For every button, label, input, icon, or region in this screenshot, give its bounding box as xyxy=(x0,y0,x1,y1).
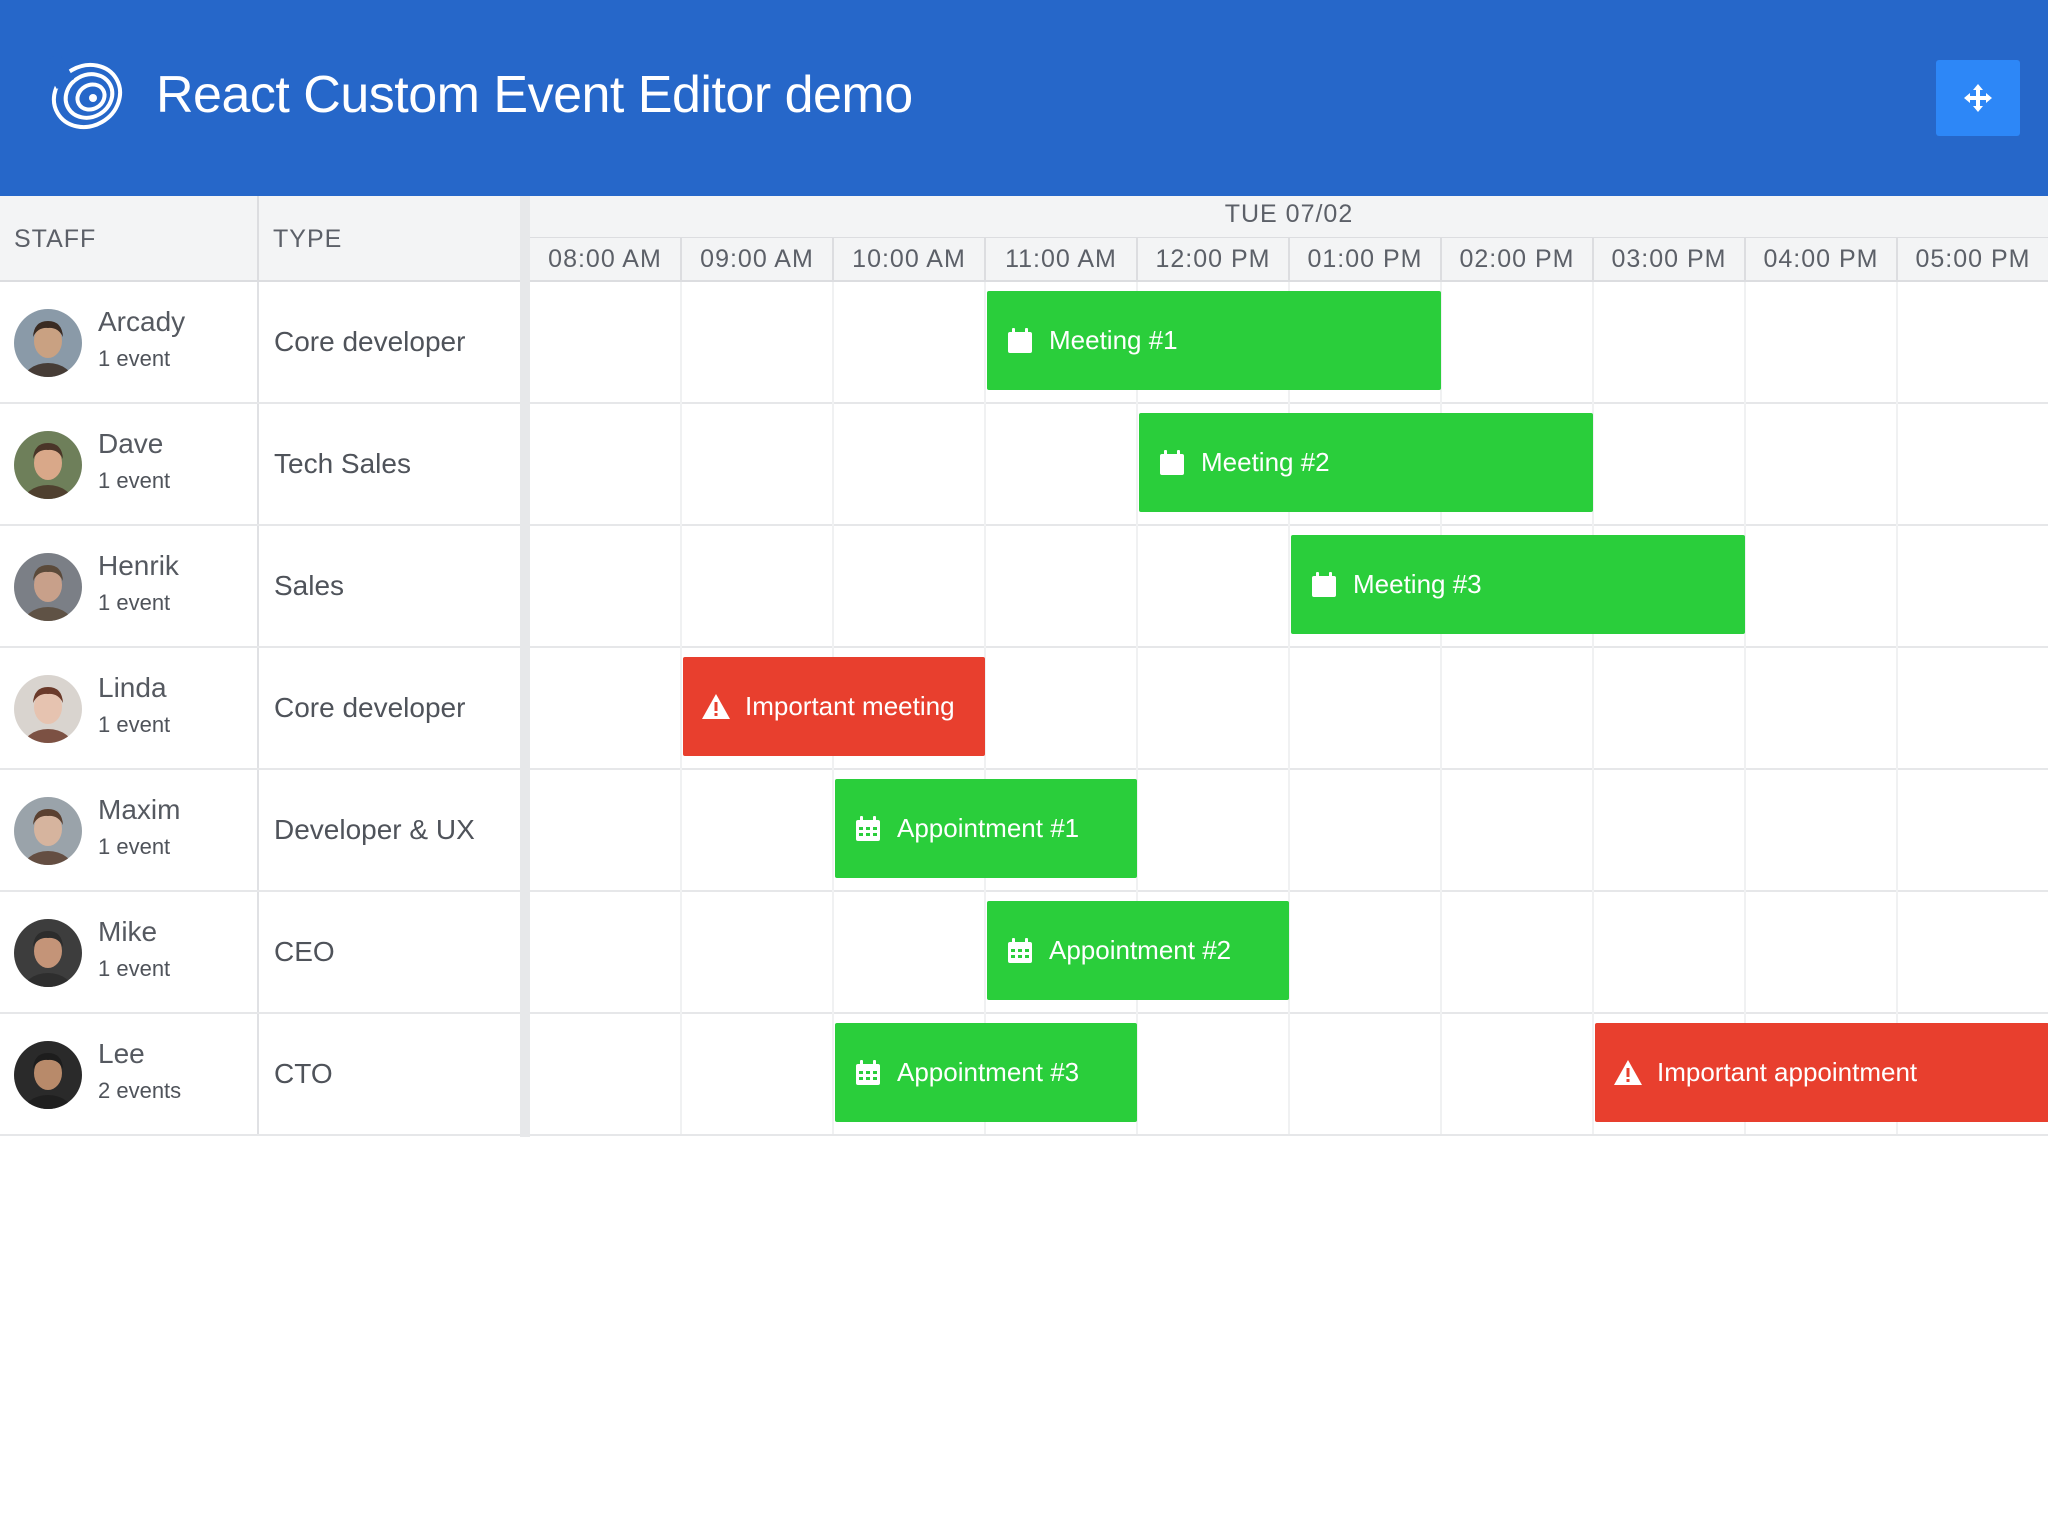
event-count: 1 event xyxy=(98,468,171,493)
calendar-grid-icon xyxy=(853,814,883,844)
warning-icon xyxy=(1613,1058,1643,1088)
hour-gridline xyxy=(1136,282,1138,1134)
event-count: 1 event xyxy=(98,712,171,737)
hour-header-cell: 09:00 AM xyxy=(682,238,834,280)
app-header: React Custom Event Editor demo xyxy=(0,0,2048,196)
calendar-grid-icon xyxy=(853,1058,883,1088)
fullscreen-button[interactable] xyxy=(1936,60,2020,136)
staff-name: Linda xyxy=(98,672,167,703)
move-arrows-icon xyxy=(1964,84,1992,112)
hour-header-cell: 05:00 PM xyxy=(1898,238,2048,280)
event-label: Appointment #1 xyxy=(897,813,1080,843)
avatar xyxy=(14,431,82,499)
resource-row[interactable]: Henrik 1 event Sales xyxy=(0,526,520,648)
timeline-section: TUE 07/02 08:00 AM 09:00 AM 10:00 AM 11:00 … xyxy=(530,196,2048,1137)
column-header-staff[interactable]: STAFF xyxy=(0,196,259,282)
staff-name: Arcady xyxy=(98,306,186,337)
avatar xyxy=(14,797,82,865)
event-count: 1 event xyxy=(98,834,171,859)
event-label: Meeting #3 xyxy=(1353,569,1482,599)
staff-cell[interactable]: Maxim 1 event xyxy=(0,770,259,890)
hour-header-cell: 12:00 PM xyxy=(1138,238,1290,280)
grid-splitter[interactable] xyxy=(520,196,530,1137)
staff-name: Mike xyxy=(98,916,158,947)
event-bar[interactable]: Appointment #1 xyxy=(835,779,1137,878)
resource-row[interactable]: Arcady 1 event Core developer xyxy=(0,282,520,404)
staff-name: Maxim xyxy=(98,794,181,825)
hour-header-cell: 04:00 PM xyxy=(1746,238,1898,280)
event-count: 1 event xyxy=(98,346,171,371)
type-cell[interactable]: Core developer xyxy=(259,648,520,768)
hour-gridline xyxy=(1592,282,1594,1134)
avatar xyxy=(14,675,82,743)
resource-row[interactable]: Lee 2 events CTO xyxy=(0,1014,520,1136)
staff-cell[interactable]: Linda 1 event xyxy=(0,648,259,768)
event-label: Appointment #2 xyxy=(1049,935,1232,965)
hour-header-cell: 08:00 AM xyxy=(530,238,682,280)
type-cell[interactable]: Developer & UX xyxy=(259,770,520,890)
resource-row[interactable]: Linda 1 event Core developer xyxy=(0,648,520,770)
avatar xyxy=(14,553,82,621)
type-cell[interactable]: CEO xyxy=(259,892,520,1012)
locked-header: STAFF TYPE xyxy=(0,196,520,282)
staff-name: Lee xyxy=(98,1038,145,1069)
avatar xyxy=(14,919,82,987)
calendar-icon xyxy=(1005,326,1035,356)
hour-gridline xyxy=(1288,282,1290,1134)
event-bar[interactable]: Meeting #1 xyxy=(987,291,1441,390)
event-label: Meeting #1 xyxy=(1049,325,1178,355)
avatar xyxy=(14,1041,82,1109)
event-count: 1 event xyxy=(98,956,171,981)
event-bar[interactable]: Meeting #2 xyxy=(1139,413,1593,512)
staff-name: Henrik xyxy=(98,550,179,581)
hour-gridline xyxy=(1744,282,1746,1134)
staff-cell[interactable]: Mike 1 event xyxy=(0,892,259,1012)
column-header-type[interactable]: TYPE xyxy=(259,196,520,282)
date-label: TUE 07/02 xyxy=(1224,200,1354,228)
page-title: React Custom Event Editor demo xyxy=(156,66,913,124)
hour-header-cell: 02:00 PM xyxy=(1442,238,1594,280)
spiral-logo-icon xyxy=(48,56,123,130)
event-bar[interactable]: Important appointment xyxy=(1595,1023,2048,1122)
avatar xyxy=(14,309,82,377)
calendar-grid-icon xyxy=(1005,936,1035,966)
type-cell[interactable]: CTO xyxy=(259,1014,520,1134)
staff-cell[interactable]: Dave 1 event xyxy=(0,404,259,524)
hour-header-cell: 03:00 PM xyxy=(1594,238,1746,280)
event-bar[interactable]: Important meeting xyxy=(683,657,985,756)
hour-gridline xyxy=(680,282,682,1134)
scheduler-grid: STAFF TYPE Arcady 1 event Core developer Da… xyxy=(0,196,2048,1137)
calendar-icon xyxy=(1309,570,1339,600)
event-count: 1 event xyxy=(98,590,171,615)
warning-icon xyxy=(701,692,731,722)
type-cell[interactable]: Tech Sales xyxy=(259,404,520,524)
resource-row[interactable]: Dave 1 event Tech Sales xyxy=(0,404,520,526)
hour-header-cell: 01:00 PM xyxy=(1290,238,1442,280)
hour-header-cell: 10:00 AM xyxy=(834,238,986,280)
timeaxis-header: TUE 07/02 08:00 AM 09:00 AM 10:00 AM 11:00 … xyxy=(530,196,2048,282)
event-bar[interactable]: Appointment #3 xyxy=(835,1023,1137,1122)
staff-cell[interactable]: Henrik 1 event xyxy=(0,526,259,646)
type-cell[interactable]: Sales xyxy=(259,526,520,646)
event-label: Important meeting xyxy=(745,691,955,721)
calendar-icon xyxy=(1157,448,1187,478)
date-header-row: TUE 07/02 xyxy=(530,196,2048,238)
hour-gridline xyxy=(1440,282,1442,1134)
staff-cell[interactable]: Arcady 1 event xyxy=(0,282,259,402)
resource-row[interactable]: Maxim 1 event Developer & UX xyxy=(0,770,520,892)
resource-row[interactable]: Mike 1 event CEO xyxy=(0,892,520,1014)
event-count: 2 events xyxy=(98,1078,182,1103)
event-label: Appointment #3 xyxy=(897,1057,1080,1087)
event-bar[interactable]: Appointment #2 xyxy=(987,901,1289,1000)
event-label: Meeting #2 xyxy=(1201,447,1330,477)
hour-gridline xyxy=(1896,282,1898,1134)
staff-name: Dave xyxy=(98,428,164,459)
event-bar[interactable]: Meeting #3 xyxy=(1291,535,1745,634)
locked-grid-section: STAFF TYPE Arcady 1 event Core developer Da… xyxy=(0,196,520,1137)
type-cell[interactable]: Core developer xyxy=(259,282,520,402)
event-label: Important appointment xyxy=(1657,1057,1918,1087)
hour-header-cell: 11:00 AM xyxy=(986,238,1138,280)
staff-cell[interactable]: Lee 2 events xyxy=(0,1014,259,1134)
